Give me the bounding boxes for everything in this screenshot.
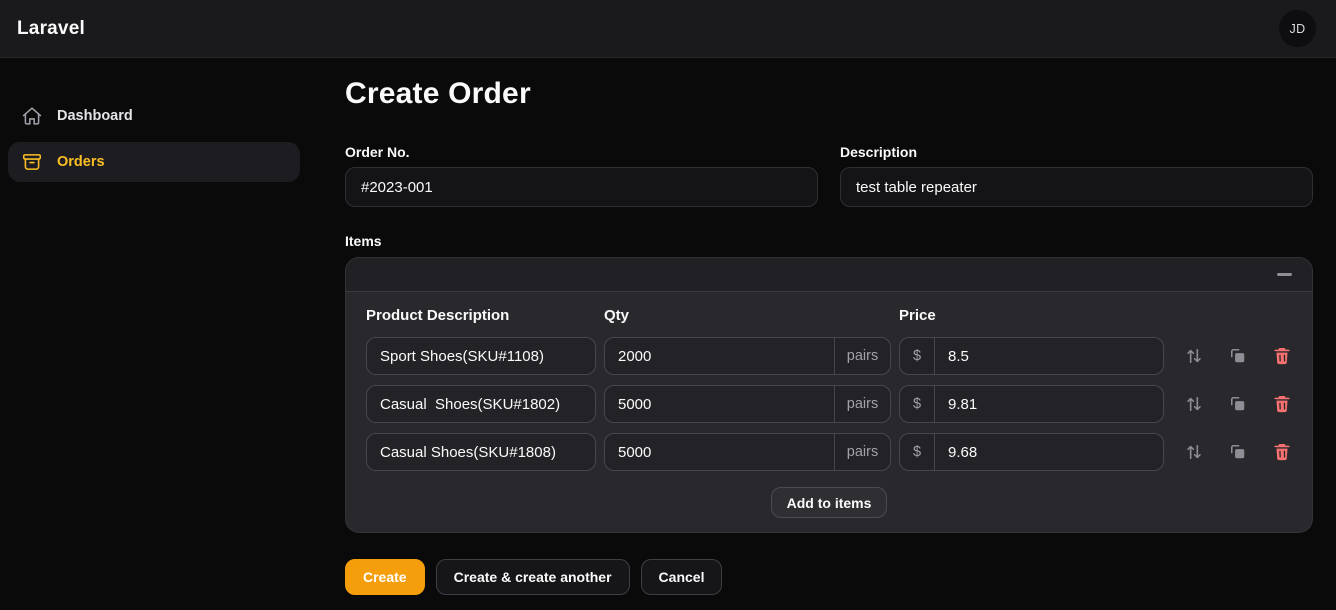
items-label: Items	[345, 233, 1313, 249]
price-prefix: $	[900, 338, 935, 374]
sidebar: Dashboard Orders	[0, 58, 308, 610]
order-no-field: Order No.	[345, 144, 818, 207]
price-input[interactable]	[935, 386, 1163, 422]
qty-input[interactable]	[605, 386, 834, 422]
items-repeater-panel: Product Description Qty Price pairs	[345, 257, 1313, 533]
cancel-button[interactable]: Cancel	[641, 559, 723, 595]
avatar[interactable]: JD	[1279, 10, 1316, 47]
price-prefix: $	[900, 386, 935, 422]
qty-input-group: pairs	[604, 385, 891, 423]
trash-icon[interactable]	[1272, 442, 1292, 462]
description-label: Description	[840, 144, 1313, 160]
archive-box-icon	[21, 151, 43, 173]
order-no-label: Order No.	[345, 144, 818, 160]
qty-suffix: pairs	[834, 338, 890, 374]
table-row: pairs $	[366, 385, 1292, 423]
order-no-input[interactable]	[345, 167, 818, 207]
column-header-price: Price	[899, 307, 1164, 324]
column-header-qty: Qty	[604, 307, 891, 324]
price-input-group: $	[899, 337, 1164, 375]
reorder-icon[interactable]	[1184, 394, 1204, 414]
reorder-icon[interactable]	[1184, 346, 1204, 366]
price-prefix: $	[900, 434, 935, 470]
qty-suffix: pairs	[834, 386, 890, 422]
page-title: Create Order	[345, 76, 1313, 112]
topbar: Laravel JD	[0, 0, 1336, 58]
product-input[interactable]	[366, 337, 596, 375]
price-input[interactable]	[935, 434, 1163, 470]
sidebar-item-dashboard[interactable]: Dashboard	[8, 96, 300, 136]
price-input-group: $	[899, 385, 1164, 423]
form-actions: Create Create & create another Cancel	[345, 559, 1313, 595]
trash-icon[interactable]	[1272, 394, 1292, 414]
price-input-group: $	[899, 433, 1164, 471]
repeater-header	[346, 258, 1312, 292]
main-content: Create Order Order No. Description Items	[308, 58, 1336, 610]
table-row: pairs $	[366, 337, 1292, 375]
product-input[interactable]	[366, 385, 596, 423]
sidebar-item-label: Dashboard	[57, 108, 133, 124]
brand-logo[interactable]: Laravel	[17, 18, 85, 40]
collapse-button[interactable]	[1271, 267, 1298, 282]
add-to-items-button[interactable]: Add to items	[771, 487, 888, 518]
home-icon	[21, 105, 43, 127]
table-header-row: Product Description Qty Price	[366, 307, 1292, 324]
trash-icon[interactable]	[1272, 346, 1292, 366]
minus-icon	[1277, 273, 1292, 276]
description-input[interactable]	[840, 167, 1313, 207]
reorder-icon[interactable]	[1184, 442, 1204, 462]
table-row: pairs $	[366, 433, 1292, 471]
clone-icon[interactable]	[1228, 346, 1248, 366]
repeater-body: Product Description Qty Price pairs	[346, 292, 1312, 532]
create-button[interactable]: Create	[345, 559, 425, 595]
column-header-product: Product Description	[366, 307, 596, 324]
row-actions	[1172, 442, 1292, 462]
qty-suffix: pairs	[834, 434, 890, 470]
sidebar-item-orders[interactable]: Orders	[8, 142, 300, 182]
price-input[interactable]	[935, 338, 1163, 374]
row-actions	[1172, 346, 1292, 366]
clone-icon[interactable]	[1228, 394, 1248, 414]
sidebar-item-label: Orders	[57, 154, 105, 170]
order-form: Order No. Description	[345, 144, 1313, 207]
avatar-initials: JD	[1290, 22, 1306, 36]
description-field: Description	[840, 144, 1313, 207]
clone-icon[interactable]	[1228, 442, 1248, 462]
qty-input-group: pairs	[604, 433, 891, 471]
row-actions	[1172, 394, 1292, 414]
create-another-button[interactable]: Create & create another	[436, 559, 630, 595]
items-section: Items Product Description Qty Price	[345, 233, 1313, 533]
product-input[interactable]	[366, 433, 596, 471]
qty-input-group: pairs	[604, 337, 891, 375]
qty-input[interactable]	[605, 434, 834, 470]
qty-input[interactable]	[605, 338, 834, 374]
repeater-footer: Add to items	[366, 487, 1292, 518]
